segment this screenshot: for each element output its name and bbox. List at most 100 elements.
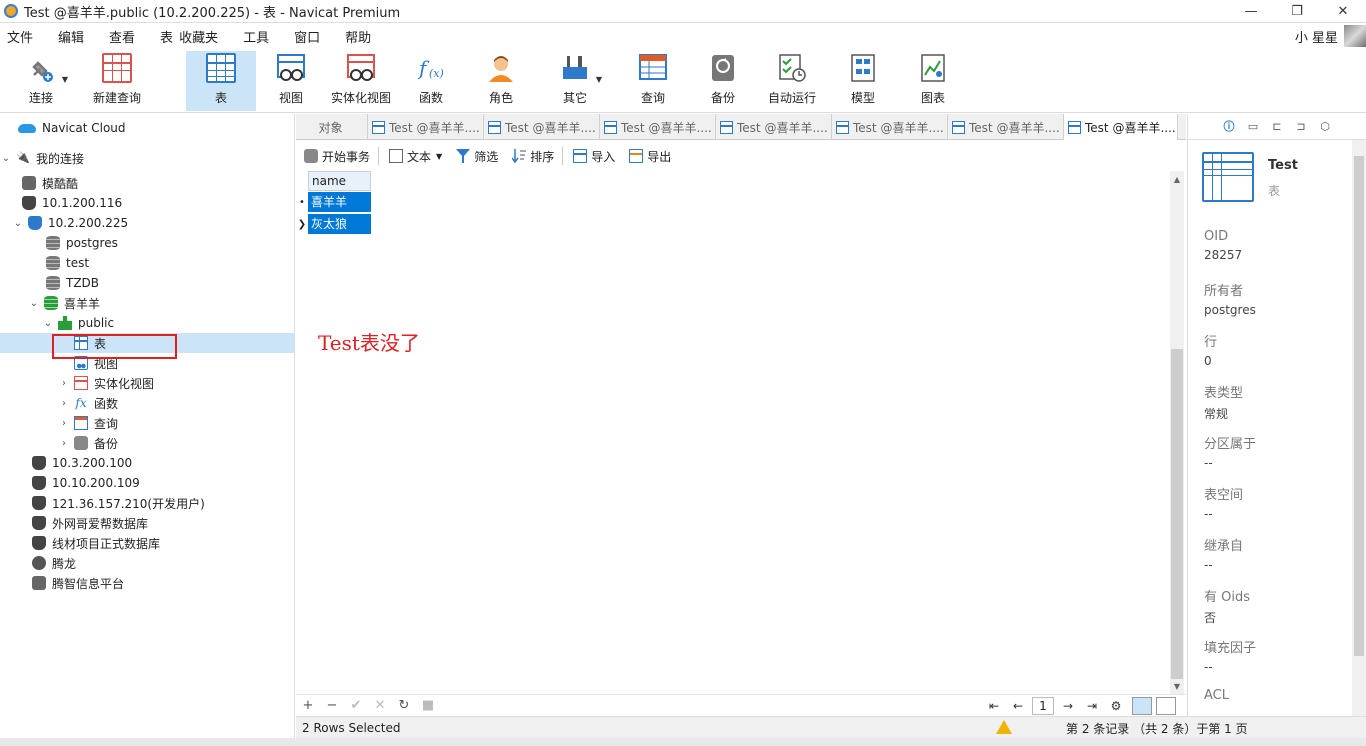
menu-table[interactable]: 表: [153, 27, 173, 46]
settings-gear-icon[interactable]: ⚙: [1104, 699, 1128, 713]
tree-item-connection[interactable]: 外网哥爱帮数据库: [0, 513, 294, 533]
scroll-up-icon[interactable]: ▲: [1170, 173, 1184, 187]
tab-table[interactable]: Test @喜羊羊....: [600, 114, 716, 140]
tree-item-navicat-cloud[interactable]: Navicat Cloud: [0, 118, 294, 138]
tree-item-my-connections[interactable]: ⌄ 🔌 我的连接: [0, 148, 294, 168]
page-number[interactable]: 1: [1032, 697, 1054, 715]
tree-item-functions[interactable]: › fx 函数: [0, 393, 294, 413]
view-button[interactable]: 视图: [268, 51, 314, 111]
new-query-button[interactable]: 新建查询: [90, 51, 144, 111]
apply-icon[interactable]: ✔: [344, 698, 368, 713]
export-button[interactable]: 导出: [629, 148, 671, 165]
model-button[interactable]: 模型: [840, 51, 886, 111]
tab-table[interactable]: Test @喜羊羊....: [948, 114, 1064, 140]
import-button[interactable]: 导入: [573, 148, 615, 165]
row-marker[interactable]: ❯: [296, 214, 308, 235]
table-cell[interactable]: 喜羊羊: [308, 192, 371, 213]
function-button[interactable]: f (x) 函数: [408, 51, 454, 111]
text-button[interactable]: 文本 ▼: [389, 148, 442, 165]
expand-icon[interactable]: ›: [58, 378, 70, 389]
layout-icon[interactable]: ⊐: [1293, 119, 1309, 135]
tree-item-connection[interactable]: 10.10.200.109: [0, 473, 294, 493]
menu-tools[interactable]: 工具: [236, 27, 269, 46]
tree-item-schema[interactable]: ⌄ public: [0, 313, 294, 333]
tree-item-connection[interactable]: 腾龙: [0, 553, 294, 573]
expand-icon[interactable]: ›: [58, 398, 70, 409]
avatar[interactable]: [1344, 25, 1366, 47]
menu-favorites[interactable]: 收藏夹: [179, 27, 218, 46]
scroll-thumb[interactable]: [1171, 349, 1183, 679]
tree-item-connection[interactable]: 10.3.200.100: [0, 453, 294, 473]
prev-page-icon[interactable]: ←: [1006, 699, 1030, 713]
vertical-scrollbar[interactable]: ▲ ▼: [1170, 171, 1184, 694]
tree-item-connection[interactable]: 模酷酷: [0, 173, 294, 193]
menu-help[interactable]: 帮助: [338, 27, 371, 46]
materialized-view-button[interactable]: 实体化视图: [328, 51, 394, 111]
filter-button[interactable]: 筛选: [456, 148, 498, 165]
scroll-thumb[interactable]: [1354, 156, 1364, 656]
close-button[interactable]: ✕: [1320, 0, 1366, 23]
tree-item-connection[interactable]: 10.1.200.116: [0, 193, 294, 213]
menu-view[interactable]: 查看: [102, 27, 135, 46]
row-marker[interactable]: •: [296, 192, 308, 213]
ddl-icon[interactable]: ▭: [1245, 119, 1261, 135]
scroll-down-icon[interactable]: ▼: [1170, 680, 1184, 694]
collapse-icon[interactable]: ⌄: [28, 298, 40, 309]
data-grid[interactable]: name • 喜羊羊 ❯ 灰太狼 Test表没了: [296, 171, 1170, 694]
column-header-name[interactable]: name: [308, 171, 371, 191]
tree-item-materialized-views[interactable]: › 实体化视图: [0, 373, 294, 393]
collapse-icon[interactable]: ⌄: [12, 218, 24, 229]
menu-edit[interactable]: 编辑: [51, 27, 84, 46]
expand-icon[interactable]: ›: [58, 418, 70, 429]
tree-item-backups[interactable]: › 备份: [0, 433, 294, 453]
sort-button[interactable]: 排序: [511, 148, 554, 165]
connect-button[interactable]: ▼ 连接: [16, 51, 68, 111]
other-button[interactable]: ▼ 其它: [552, 51, 602, 111]
automation-button[interactable]: 自动运行: [764, 51, 820, 111]
tab-table[interactable]: Test @喜羊羊....: [832, 114, 948, 140]
begin-transaction-button[interactable]: 开始事务: [304, 148, 370, 165]
tab-table-active[interactable]: Test @喜羊羊....: [1064, 114, 1178, 140]
chart-button[interactable]: 图表: [910, 51, 956, 111]
tree-item-database[interactable]: test: [0, 253, 294, 273]
restore-button[interactable]: ❐: [1274, 0, 1320, 23]
tab-table[interactable]: Test @喜羊羊....: [716, 114, 832, 140]
expand-icon[interactable]: ›: [58, 438, 70, 449]
user-box[interactable]: 小 星星: [1295, 23, 1366, 49]
tree-item-connection[interactable]: 121.36.157.210(开发用户): [0, 493, 294, 513]
tab-table[interactable]: Test @喜羊羊....: [484, 114, 600, 140]
connect-dropdown-icon[interactable]: ▼: [62, 75, 68, 84]
refresh-icon[interactable]: ↻: [392, 698, 416, 713]
last-page-icon[interactable]: ⇥: [1080, 699, 1104, 713]
menu-window[interactable]: 窗口: [287, 27, 320, 46]
minimize-button[interactable]: —: [1228, 0, 1274, 23]
tab-objects[interactable]: 对象: [296, 114, 368, 140]
role-button[interactable]: 角色: [478, 51, 524, 111]
tree-item-connection[interactable]: 线材项目正式数据库: [0, 533, 294, 553]
backup-button[interactable]: 备份: [700, 51, 746, 111]
other-dropdown-icon[interactable]: ▼: [596, 75, 602, 84]
tree-item-database[interactable]: TZDB: [0, 273, 294, 293]
tree-item-connection[interactable]: ⌄ 10.2.200.225: [0, 213, 294, 233]
table-button[interactable]: 表: [186, 51, 256, 111]
tree-item-queries[interactable]: › 查询: [0, 413, 294, 433]
tab-table[interactable]: Test @喜羊羊....: [368, 114, 484, 140]
table-cell[interactable]: 灰太狼: [308, 214, 371, 235]
collapse-icon[interactable]: ⌄: [42, 318, 54, 329]
query-button[interactable]: 查询: [630, 51, 676, 111]
stop-icon[interactable]: ■: [416, 698, 440, 713]
tree-item-connection[interactable]: 腾智信息平台: [0, 573, 294, 593]
info-icon[interactable]: ⓘ: [1221, 119, 1237, 135]
grid-view-icon[interactable]: [1132, 697, 1152, 715]
next-page-icon[interactable]: →: [1056, 699, 1080, 713]
info-scrollbar[interactable]: [1352, 140, 1366, 716]
hexagon-icon[interactable]: ⬡: [1317, 119, 1333, 135]
tree-item-database[interactable]: ⌄ 喜羊羊: [0, 293, 294, 313]
delete-record-icon[interactable]: −: [320, 698, 344, 713]
dependency-icon[interactable]: ⊏: [1269, 119, 1285, 135]
discard-icon[interactable]: ✕: [368, 698, 392, 713]
form-view-icon[interactable]: [1156, 697, 1176, 715]
first-page-icon[interactable]: ⇤: [982, 699, 1006, 713]
tree-item-database[interactable]: postgres: [0, 233, 294, 253]
collapse-icon[interactable]: ⌄: [0, 153, 12, 164]
